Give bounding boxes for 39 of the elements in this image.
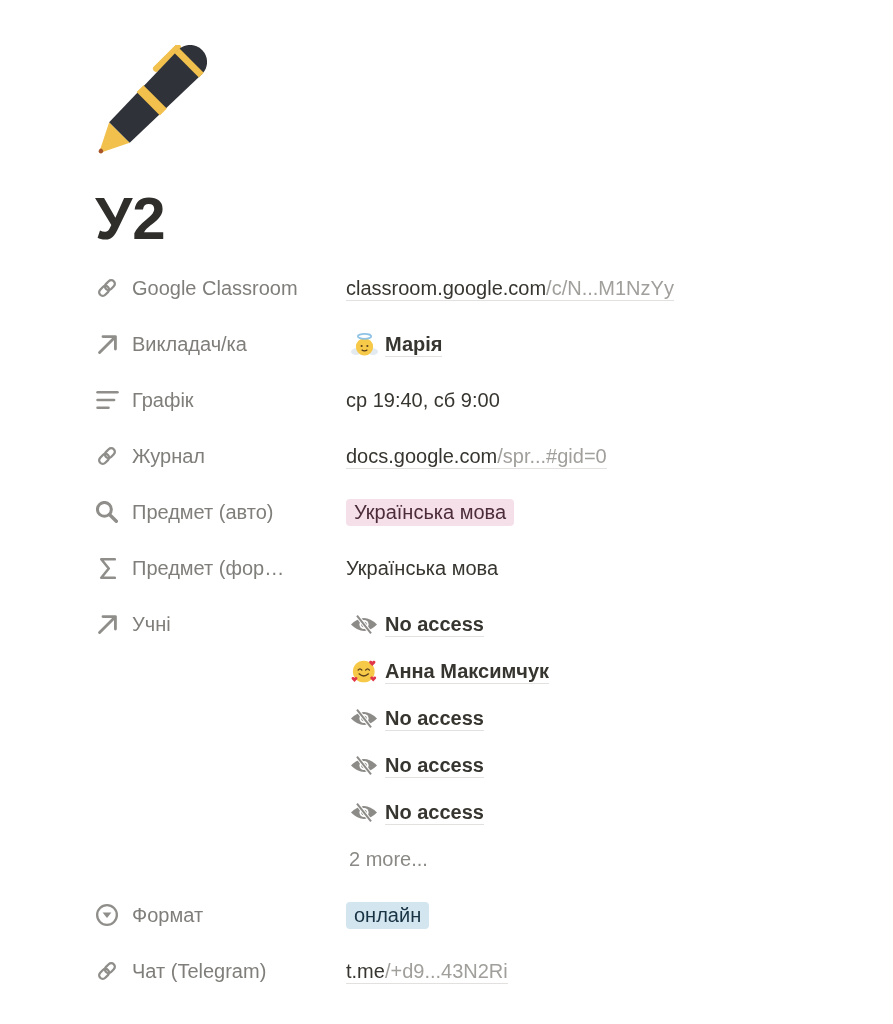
property-value: Українська мова: [346, 556, 499, 581]
page-link[interactable]: No access: [385, 799, 484, 825]
link-icon: [96, 277, 118, 299]
option-tag: онлайн: [346, 901, 430, 929]
link-icon: [96, 445, 118, 467]
dropdown-circle-icon: [96, 904, 118, 926]
page-link[interactable]: Марія: [385, 331, 443, 357]
property-value: ср 19:40, сб 9:00: [346, 388, 500, 413]
show-more-link[interactable]: 2 more...: [349, 844, 428, 874]
property-name: Google Classroom: [132, 276, 298, 301]
url-link[interactable]: docs.google.com/spr...#gid=0: [346, 443, 607, 469]
eye-slash-icon: [350, 707, 378, 729]
arrow-up-right-icon: [97, 614, 117, 634]
page-link[interactable]: Анна Максимчук: [385, 658, 549, 684]
page-link[interactable]: No access: [385, 752, 484, 778]
property-name: Викладач/ка: [132, 332, 247, 357]
page-link[interactable]: No access: [385, 611, 484, 637]
search-icon: [96, 501, 118, 523]
sigma-icon: [98, 557, 116, 579]
url-link[interactable]: t.me/+d9...43N2Ri: [346, 958, 508, 984]
smiling-face-hearts-icon: [351, 658, 377, 684]
property-name: Предмет (авто): [132, 500, 274, 525]
eye-slash-icon: [350, 613, 378, 635]
eye-slash-icon: [350, 801, 378, 823]
link-icon: [96, 960, 118, 982]
eye-slash-icon: [350, 754, 378, 776]
property-name: Формат: [132, 903, 204, 928]
text-lines-icon: [95, 391, 119, 409]
property-name: Графік: [132, 388, 194, 413]
property-name: Журнал: [132, 444, 205, 469]
url-link[interactable]: classroom.google.com/c/N...M1NzYy: [346, 275, 674, 301]
property-name: Чат (Telegram): [132, 959, 267, 984]
page-title: У2: [95, 184, 166, 254]
property-name: Предмет (фор…: [132, 556, 285, 581]
arrow-up-right-icon: [97, 334, 117, 354]
option-tag: Українська мова: [346, 498, 515, 526]
property-name: Учні: [132, 612, 171, 637]
halo-face-icon: [350, 332, 378, 356]
page-link[interactable]: No access: [385, 705, 484, 731]
